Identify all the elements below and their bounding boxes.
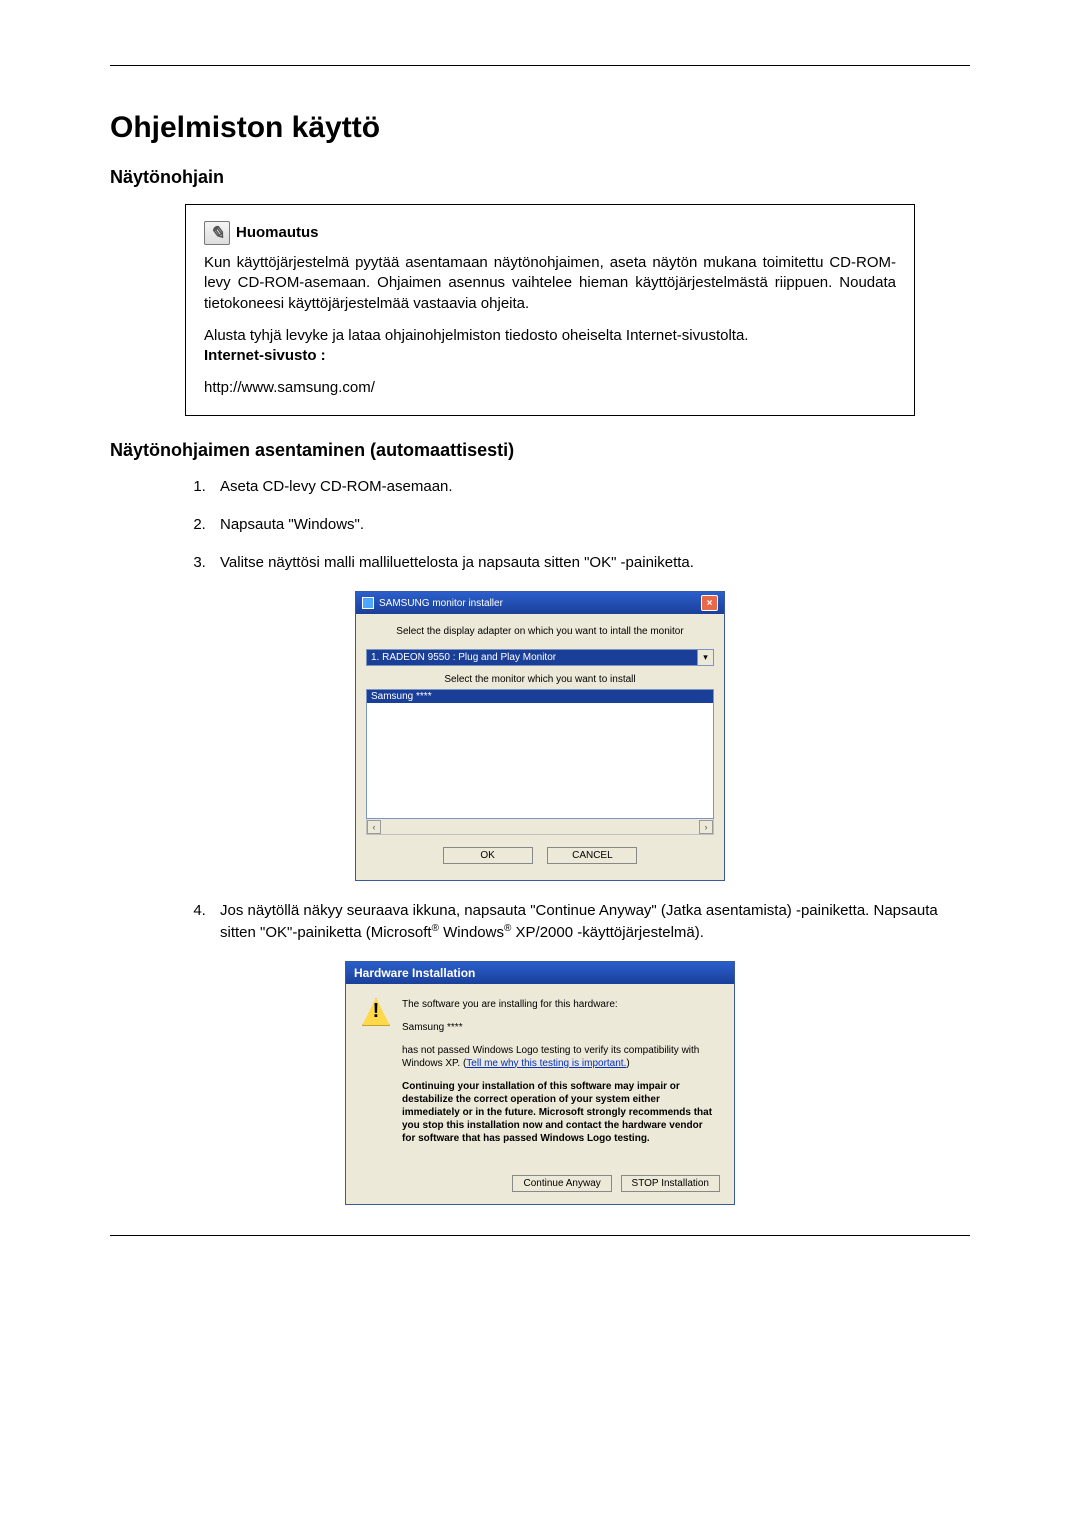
hw-p3b: ) (626, 1058, 629, 1069)
note-p2: Alusta tyhjä levyke ja lataa ohjainohjel… (204, 326, 896, 367)
samsung-installer-dialog: SAMSUNG monitor installer × Select the d… (355, 591, 725, 881)
top-rule (110, 65, 970, 66)
scroll-left-icon[interactable]: ‹ (367, 820, 381, 834)
adapter-label: Select the display adapter on which you … (366, 626, 714, 637)
adapter-combobox[interactable]: 1. RADEON 9550 : Plug and Play Monitor ▾ (366, 649, 714, 666)
note-p2-text: Alusta tyhjä levyke ja lataa ohjainohjel… (204, 327, 748, 344)
scroll-right-icon[interactable]: › (699, 820, 713, 834)
installer-dialog-figure: SAMSUNG monitor installer × Select the d… (110, 591, 970, 881)
cancel-button[interactable]: CANCEL (547, 847, 637, 864)
app-icon (362, 597, 374, 609)
adapter-combobox-value: 1. RADEON 9550 : Plug and Play Monitor (366, 649, 698, 666)
stop-installation-button[interactable]: STOP Installation (621, 1175, 720, 1192)
step-4: Jos näytöllä näkyy seuraava ikkuna, naps… (210, 901, 970, 943)
install-steps: Aseta CD-levy CD-ROM-asemaan. Napsauta "… (210, 477, 970, 574)
note-header: ✎ Huomautus (204, 221, 896, 245)
bottom-rule (110, 1235, 970, 1236)
dialog-title-text: SAMSUNG monitor installer (379, 598, 503, 609)
horizontal-scrollbar[interactable]: ‹ › (366, 819, 714, 835)
note-box: ✎ Huomautus Kun käyttöjärjestelmä pyytää… (185, 204, 915, 416)
continue-anyway-button[interactable]: Continue Anyway (512, 1175, 611, 1192)
dialog-titlebar: SAMSUNG monitor installer × (356, 592, 724, 614)
ok-button[interactable]: OK (443, 847, 533, 864)
dialog-titlebar: Hardware Installation (346, 962, 734, 984)
section-monitor-driver: Näytönohjain (110, 167, 970, 188)
hardware-installation-dialog: Hardware Installation ! The software you… (345, 961, 735, 1205)
note-icon: ✎ (204, 221, 230, 245)
warning-icon: ! (362, 998, 390, 1026)
note-p1: Kun käyttöjärjestelmä pyytää asentamaan … (204, 253, 896, 314)
section-auto-install: Näytönohjaimen asentaminen (automaattise… (110, 440, 970, 461)
hw-p1: The software you are installing for this… (402, 998, 718, 1011)
note-internet-label: Internet-sivusto : (204, 347, 326, 364)
step-1: Aseta CD-levy CD-ROM-asemaan. (210, 477, 970, 497)
dialog-body-text: The software you are installing for this… (402, 998, 718, 1155)
monitor-list-selected[interactable]: Samsung **** (367, 690, 713, 703)
note-title: Huomautus (236, 223, 319, 243)
step-4-text-b: Windows (439, 924, 504, 941)
install-steps-cont: Jos näytöllä näkyy seuraava ikkuna, naps… (210, 901, 970, 943)
step-4-text-c: XP/2000 -käyttöjärjestelmä). (511, 924, 704, 941)
hw-p4: Continuing your installation of this sof… (402, 1080, 718, 1145)
step-3: Valitse näyttösi malli malliluettelosta … (210, 553, 970, 573)
chevron-down-icon[interactable]: ▾ (698, 649, 714, 666)
page-title: Ohjelmiston käyttö (110, 111, 970, 145)
monitor-label: Select the monitor which you want to ins… (366, 674, 714, 685)
hw-p2: Samsung **** (402, 1021, 718, 1034)
note-url: http://www.samsung.com/ (204, 378, 896, 398)
reg-mark-1: ® (432, 923, 439, 934)
hardware-dialog-figure: Hardware Installation ! The software you… (110, 961, 970, 1205)
hw-p3: has not passed Windows Logo testing to v… (402, 1044, 718, 1070)
step-2: Napsauta "Windows". (210, 515, 970, 535)
monitor-listbox[interactable]: Samsung **** (366, 689, 714, 819)
why-testing-link[interactable]: Tell me why this testing is important. (466, 1058, 626, 1069)
close-icon[interactable]: × (701, 595, 718, 611)
